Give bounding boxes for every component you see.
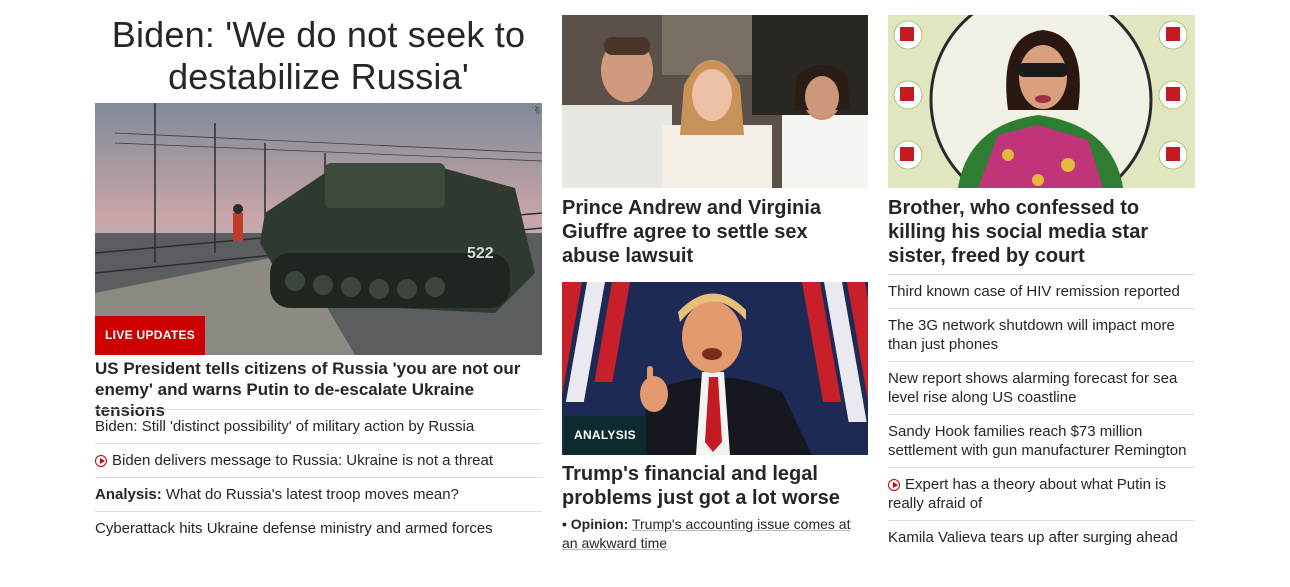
play-video-icon — [95, 455, 107, 467]
photo-credit: AP — [533, 106, 539, 115]
list-item[interactable]: New report shows alarming forecast for s… — [888, 361, 1195, 414]
story-headline-trump[interactable]: Trump's financial and legal problems jus… — [562, 462, 868, 510]
list-item[interactable]: Sandy Hook families reach $73 million se… — [888, 414, 1195, 467]
svg-text:522: 522 — [467, 245, 494, 262]
prince-andrew-photo[interactable] — [562, 15, 868, 188]
list-item[interactable]: Biden delivers message to Russia: Ukrain… — [95, 443, 542, 477]
story-headline-brother[interactable]: Brother, who confessed to killing his so… — [888, 196, 1195, 268]
social-media-star-photo[interactable] — [888, 15, 1195, 188]
opinion-label: Opinion: — [570, 516, 629, 532]
opinion-link[interactable]: • Opinion: Trump's accounting issue come… — [562, 515, 868, 553]
live-updates-badge[interactable]: LIVE UPDATES — [95, 316, 206, 355]
list-item[interactable]: Analysis: What do Russia's latest troop … — [95, 477, 542, 511]
list-item[interactable]: The 3G network shutdown will impact more… — [888, 308, 1195, 361]
trump-photo[interactable]: ANALYSIS — [562, 282, 868, 455]
main-headline-link[interactable]: Biden: 'We do not seek to destabilize Ru… — [95, 14, 542, 98]
main-story-column: Biden: 'We do not seek to destabilize Ru… — [95, 0, 542, 537]
list-item[interactable]: Biden: Still 'distinct possibility' of m… — [95, 409, 542, 443]
related-stories-list: Biden: Still 'distinct possibility' of m… — [95, 409, 542, 545]
list-item[interactable]: Expert has a theory about what Putin is … — [888, 467, 1195, 520]
story-headline-prince-andrew[interactable]: Prince Andrew and Virginia Giuffre agree… — [562, 196, 868, 268]
play-video-icon — [888, 479, 900, 491]
hero-image-tank[interactable]: 522 AP LIVE UPDATES — [95, 103, 542, 355]
list-item[interactable]: Third known case of HIV remission report… — [888, 274, 1195, 308]
analysis-badge[interactable]: ANALYSIS — [564, 416, 646, 455]
more-stories-list: Third known case of HIV remission report… — [888, 274, 1195, 554]
analysis-label: Analysis: — [95, 486, 162, 503]
list-item[interactable]: Kamila Valieva tears up after surging ah… — [888, 520, 1195, 554]
list-item[interactable]: Cyberattack hits Ukraine defense ministr… — [95, 511, 542, 545]
